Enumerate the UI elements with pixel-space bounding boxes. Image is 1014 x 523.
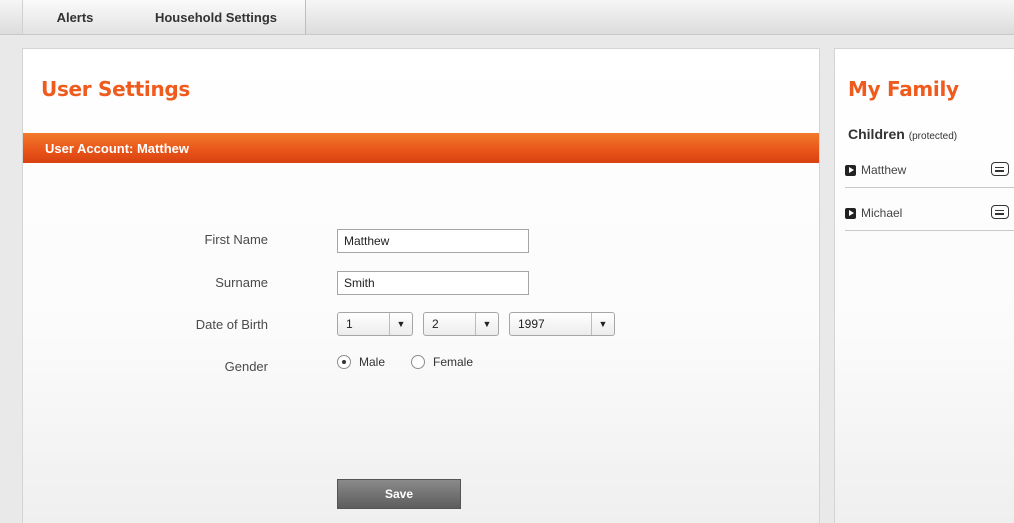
- dob-day-select[interactable]: 1 ▼: [337, 312, 413, 336]
- gender-label: Gender: [224, 359, 268, 374]
- date-of-birth-label: Date of Birth: [195, 317, 268, 332]
- gender-female-label: Female: [433, 355, 474, 369]
- user-account-title: User Account: Matthew: [45, 140, 189, 156]
- radio-selected-icon[interactable]: [337, 355, 351, 369]
- user-settings-panel: User Settings User Account: Matthew Firs…: [22, 48, 820, 523]
- details-list-icon[interactable]: [991, 205, 1009, 219]
- my-family-title: My Family: [848, 77, 959, 101]
- children-protected-note: (protected): [908, 131, 958, 142]
- dob-year-value: 1997: [518, 317, 545, 331]
- my-family-panel: My Family Children (protected) Matthew Mi…: [834, 48, 1014, 523]
- user-account-header: User Account: Matthew: [23, 133, 819, 163]
- gender-male-option[interactable]: Male: [337, 355, 385, 369]
- children-heading-label: Children: [848, 126, 905, 142]
- child-name: Michael: [861, 206, 903, 220]
- gender-female-option[interactable]: Female: [411, 355, 473, 369]
- page-title: User Settings: [41, 77, 191, 101]
- chevron-down-icon: ▼: [591, 313, 614, 335]
- tab-household-settings[interactable]: Household Settings: [127, 0, 306, 34]
- child-item-matthew[interactable]: Matthew: [845, 153, 1014, 188]
- child-name: Matthew: [861, 163, 907, 177]
- tab-alerts[interactable]: Alerts: [22, 0, 128, 34]
- dob-year-select[interactable]: 1997 ▼: [509, 312, 615, 336]
- radio-unselected-icon[interactable]: [411, 355, 425, 369]
- child-item-michael[interactable]: Michael: [845, 196, 1014, 231]
- dob-month-select[interactable]: 2 ▼: [423, 312, 499, 336]
- play-icon: [845, 207, 856, 219]
- play-icon: [845, 164, 856, 176]
- first-name-label: First Name: [204, 232, 268, 247]
- chevron-down-icon: ▼: [475, 313, 498, 335]
- dob-month-value: 2: [432, 317, 439, 331]
- children-heading: Children (protected): [848, 126, 957, 142]
- dob-day-value: 1: [346, 317, 353, 331]
- first-name-input[interactable]: [337, 229, 529, 253]
- details-list-icon[interactable]: [991, 162, 1009, 176]
- save-button[interactable]: Save: [337, 479, 461, 509]
- chevron-down-icon: ▼: [389, 313, 412, 335]
- surname-input[interactable]: [337, 271, 529, 295]
- top-tab-bar: Alerts Household Settings: [0, 0, 1014, 35]
- gender-male-label: Male: [359, 355, 386, 369]
- surname-label: Surname: [215, 275, 268, 290]
